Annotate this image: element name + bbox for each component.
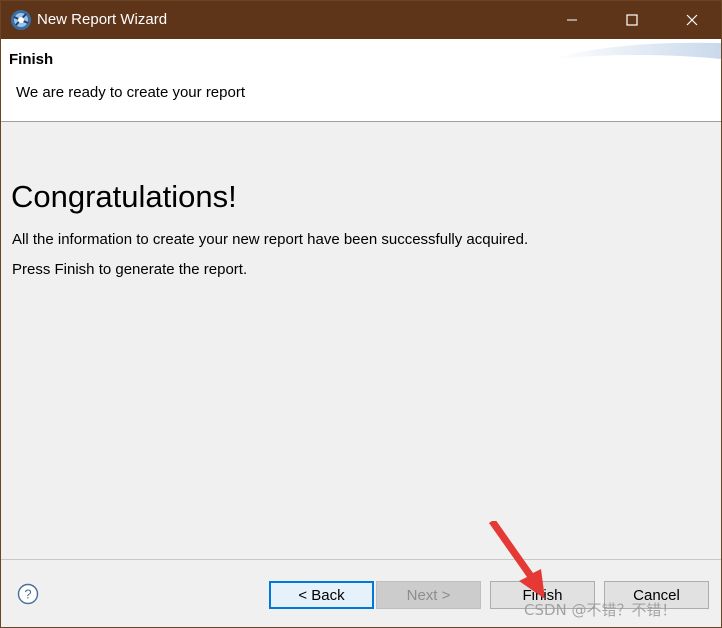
page-title: Finish	[9, 51, 54, 68]
watermark-text: CSDN @不错？不错！	[524, 601, 677, 619]
wizard-content: Congratulations! All the information to …	[1, 123, 721, 559]
wizard-window: New Report Wizard Finish We are ready to…	[0, 0, 722, 628]
wizard-banner: Finish We are ready to create your repor…	[1, 39, 721, 122]
back-button[interactable]: < Back	[269, 581, 374, 609]
maximize-button[interactable]	[609, 1, 655, 39]
info-message: All the information to create your new r…	[12, 231, 529, 248]
title-bar[interactable]: New Report Wizard	[1, 1, 721, 39]
svg-text:?: ?	[24, 587, 31, 602]
button-bar-divider	[1, 559, 721, 560]
window-title: New Report Wizard	[37, 11, 168, 28]
maximize-icon	[626, 14, 638, 26]
next-button[interactable]: Next >	[376, 581, 481, 609]
congratulations-heading: Congratulations!	[11, 179, 237, 214]
minimize-icon	[567, 19, 577, 21]
close-button[interactable]	[669, 1, 715, 39]
page-description: We are ready to create your report	[16, 84, 245, 101]
help-icon[interactable]: ?	[17, 583, 39, 605]
instruction-message: Press Finish to generate the report.	[12, 261, 248, 278]
close-icon	[686, 14, 698, 26]
banner-decoration	[551, 42, 721, 59]
eclipse-birt-icon	[11, 10, 31, 30]
minimize-button[interactable]	[549, 1, 595, 39]
